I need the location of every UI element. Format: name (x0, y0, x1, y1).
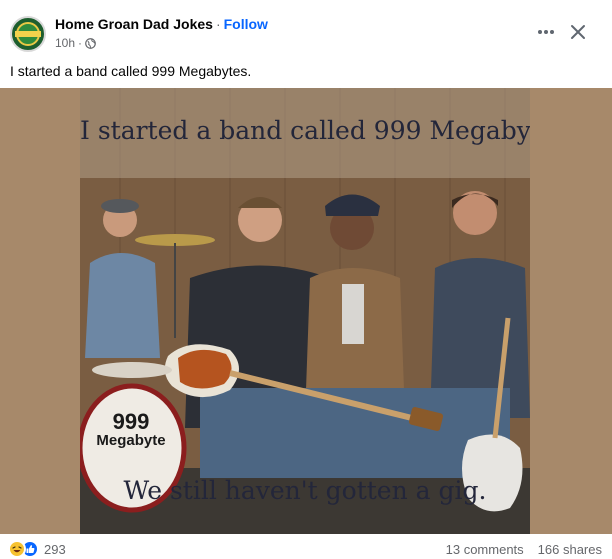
image-bottom-text: We still haven't gotten a gig. (123, 476, 487, 505)
facebook-post: Home Groan Dad Jokes · Follow 10h · I star… (0, 0, 612, 559)
image-top-text: I started a band called 999 Megabytes. (80, 116, 530, 145)
page-avatar[interactable] (10, 16, 46, 52)
post-caption: I started a band called 999 Megabytes. (10, 63, 252, 79)
reaction-count: 293 (44, 541, 66, 557)
band-photo[interactable]: I started a band called 999 Megabytes. 9… (80, 88, 530, 534)
drum-word: Megabyte (96, 432, 166, 450)
shares-count[interactable]: 166 shares (538, 542, 602, 557)
post-time[interactable]: 10h (55, 36, 75, 50)
comments-count[interactable]: 13 comments (446, 542, 524, 557)
more-options-icon[interactable] (534, 20, 558, 44)
close-icon[interactable] (564, 18, 592, 46)
page-name-line: Home Groan Dad Jokes · Follow (55, 16, 268, 32)
engagement-counts: 13 comments 166 shares (446, 542, 602, 557)
post-meta: 10h · (55, 36, 96, 50)
follow-button[interactable]: Follow (224, 16, 268, 32)
avatar-logo-band (15, 31, 41, 37)
reactions-summary[interactable]: 293 (8, 540, 66, 558)
globe-icon (85, 37, 96, 49)
page-name-link[interactable]: Home Groan Dad Jokes (55, 16, 213, 32)
post-media[interactable]: I started a band called 999 Megabytes. 9… (0, 88, 612, 534)
post-header: Home Groan Dad Jokes · Follow 10h · (10, 14, 602, 58)
time-separator: · (78, 36, 83, 50)
drum-number: 999 (112, 409, 150, 434)
haha-icon (8, 540, 26, 558)
name-separator: · (215, 16, 221, 32)
band-photo-illustration (80, 88, 530, 534)
drum-head-text: 999 Megabyte (82, 410, 180, 449)
post-footer: 293 13 comments 166 shares (0, 536, 612, 559)
